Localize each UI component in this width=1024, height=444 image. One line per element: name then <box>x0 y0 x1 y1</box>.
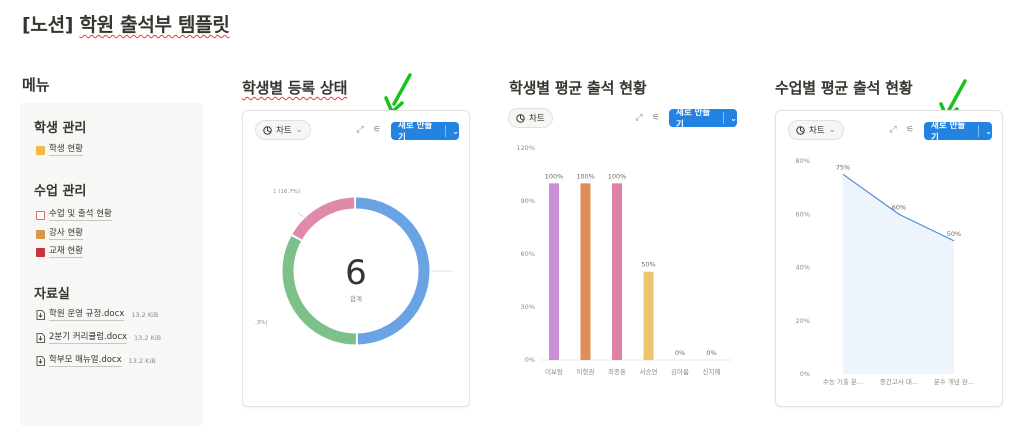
book-icon <box>36 247 45 257</box>
menu-link-label: 학생 현황 <box>49 144 83 156</box>
bar-value-label: 100% <box>608 172 627 180</box>
area-chart: 0% 20% 40% 60% 80% 75% 60% 50% 수능 기출 분... 중간고사 … <box>796 157 975 386</box>
new-button[interactable]: 새로 만들기 ⌄ <box>669 108 737 130</box>
file-size: 13.2 KiB <box>131 311 159 319</box>
x-tick-label: 수능 기출 분... <box>823 377 863 386</box>
file-name: 학원 운영 규정.docx <box>49 309 125 321</box>
bar-value-label: 50% <box>641 261 655 269</box>
chart-pie-icon <box>516 113 525 123</box>
page-title: [노션] 학원 출석부 템플릿 <box>22 10 230 37</box>
point-value-label: 75% <box>836 163 850 171</box>
chart-card-enrollment: 차트 ⌄ ⤢ ⚟ 새로 만들기 ⌄ 6 합계 1 (16.7%) .3%) <box>242 110 470 407</box>
divider <box>723 112 725 124</box>
expand-icon[interactable]: ⤢ <box>633 112 645 124</box>
bar-value-label: 100% <box>545 172 564 180</box>
menu-file-manual[interactable]: 학부모 매뉴얼.docx 13.2 KiB <box>36 355 156 367</box>
y-tick-label: 0% <box>800 370 810 378</box>
file-icon <box>36 356 45 366</box>
file-name: 학부모 매뉴얼.docx <box>49 355 122 367</box>
donut-center-value: 6 <box>345 253 367 293</box>
point-value-label: 60% <box>892 203 906 211</box>
y-tick-label: 120% <box>516 144 535 152</box>
page-title-text: 학원 출석부 템플릿 <box>79 14 230 36</box>
bar-value-label: 100% <box>576 172 595 180</box>
menu-file-curriculum[interactable]: 2분기 커리큘럼.docx 13.2 KiB <box>36 332 161 344</box>
donut-center-label: 합계 <box>350 294 362 303</box>
bar <box>549 183 559 360</box>
file-name: 2분기 커리큘럼.docx <box>49 332 128 344</box>
file-icon <box>36 333 45 343</box>
menu-heading: 메뉴 <box>22 76 50 94</box>
y-tick-label: 0% <box>525 356 535 364</box>
x-tick-label: 이형권 <box>577 367 595 376</box>
donut-chart: 6 합계 1 (16.7%) .3%) <box>255 189 453 345</box>
x-tick-label: 중간고사 대... <box>880 377 918 386</box>
chevron-down-icon: ⌄ <box>730 113 737 123</box>
section-title-class-attendance: 수업별 평균 출석 현황 <box>775 79 913 97</box>
chart-type-chip[interactable]: 차트 <box>508 108 553 128</box>
file-size: 13.2 KiB <box>128 357 156 365</box>
menu-file-rules[interactable]: 학원 운영 규정.docx 13.2 KiB <box>36 309 158 321</box>
y-tick-label: 90% <box>521 197 535 205</box>
leader-line <box>297 212 308 220</box>
menu-link-class-attendance[interactable]: 수업 및 출석 현황 <box>36 209 112 221</box>
new-button-label: 새로 만들기 <box>676 108 711 130</box>
teacher-icon <box>36 229 45 239</box>
x-tick-label: 최종훈 <box>608 367 626 376</box>
bar-value-label: 0% <box>706 349 716 357</box>
y-tick-label: 60% <box>521 250 535 258</box>
menu-link-label: 수업 및 출석 현황 <box>49 209 112 221</box>
y-tick-label: 30% <box>521 303 535 311</box>
chart-card-class-attendance: 차트 ⌄ ⤢ ⚟ 새로 만들기 ⌄ 0% 20% 40% 60% 80% 75% 60% 5… <box>775 110 1003 407</box>
menu-link-book-status[interactable]: 교재 현황 <box>36 246 83 258</box>
y-tick-label: 80% <box>796 157 810 165</box>
section-title-enrollment: 학생별 등록 상태 <box>242 79 348 97</box>
bar <box>643 271 654 360</box>
file-size: 13.2 KiB <box>134 334 162 342</box>
settings-sliders-icon[interactable]: ⚟ <box>650 112 662 124</box>
x-tick-label: 신지혜 <box>703 367 721 376</box>
calendar-icon <box>36 210 45 220</box>
menu-section-resources: 자료실 <box>34 287 70 302</box>
slice-label: .3%) <box>255 320 268 326</box>
menu-section-student: 학생 관리 <box>34 121 87 136</box>
point-value-label: 50% <box>947 230 961 238</box>
students-icon <box>36 145 45 155</box>
y-tick-label: 20% <box>796 317 810 325</box>
x-tick-label: 이보람 <box>545 367 563 376</box>
page-title-prefix: [노션] <box>22 14 74 36</box>
menu-link-label: 강사 현황 <box>49 228 83 240</box>
menu-link-student-status[interactable]: 학생 현황 <box>36 144 83 156</box>
bar <box>580 183 591 360</box>
menu-link-label: 교재 현황 <box>49 246 83 258</box>
section-title-student-attendance: 학생별 평균 출석 현황 <box>509 79 647 97</box>
file-icon <box>36 310 45 320</box>
slice-label: 1 (16.7%) <box>273 189 300 195</box>
x-tick-label: 분수 개념 완... <box>934 377 974 386</box>
chart-type-label: 차트 <box>529 114 545 124</box>
x-tick-label: 서승연 <box>640 367 658 376</box>
x-tick-label: 김아름 <box>671 367 689 376</box>
bar-chart: 0% 30% 60% 90% 120% 100% 100% 100% 50% 0% 0% 이보람 이… <box>516 144 732 376</box>
y-tick-label: 40% <box>796 264 810 272</box>
y-tick-label: 60% <box>796 210 810 218</box>
menu-link-teacher-status[interactable]: 강사 현황 <box>36 228 83 240</box>
bar-value-label: 0% <box>675 349 685 357</box>
bar <box>612 183 622 360</box>
menu-section-class: 수업 관리 <box>34 184 87 199</box>
menu-panel: 학생 관리 학생 현황 수업 관리 수업 및 출석 현황 강사 현황 교재 현황… <box>20 103 203 426</box>
